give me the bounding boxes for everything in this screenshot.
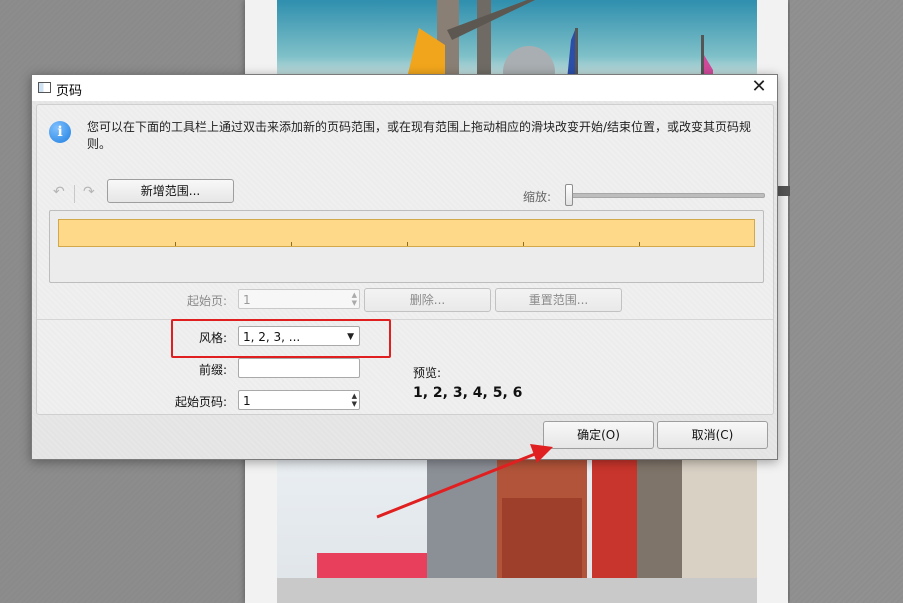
info-message: 您可以在下面的工具栏上通过双击来添加新的页码范围，或在现有范围上拖动相应的滑块改… [87, 120, 752, 151]
dialog-title: 页码 [56, 84, 83, 99]
start-number-stepper[interactable]: 1 ▲ ▼ [238, 390, 360, 410]
range-tick [175, 242, 176, 246]
start-page-label: 起始页: [186, 294, 227, 308]
ok-button[interactable]: 确定(O) [543, 421, 654, 449]
window-icon [38, 82, 51, 93]
prefix-input[interactable] [238, 358, 360, 378]
page-separator [777, 186, 790, 196]
info-icon: i [49, 121, 71, 143]
toolbar-separator [74, 185, 75, 203]
page-number-dialog: 页码 ✕ i 您可以在下面的工具栏上通过双击来添加新的页码范围，或在现有范围上拖… [31, 74, 778, 460]
preview-value: 1, 2, 3, 4, 5, 6 [413, 385, 523, 401]
start-page-value: 1 [243, 293, 251, 307]
page-range-area[interactable] [49, 210, 764, 283]
reset-range-button: 重置范围... [495, 288, 622, 312]
preview-label: 预览: [413, 366, 442, 380]
close-icon[interactable]: ✕ [749, 76, 769, 97]
zoom-label: 缩放: [523, 190, 552, 204]
settings-panel: i 您可以在下面的工具栏上通过双击来添加新的页码范围，或在现有范围上拖动相应的滑… [36, 104, 774, 415]
spin-arrows-icon[interactable]: ▲ ▼ [352, 392, 357, 408]
prefix-label: 前缀: [198, 363, 227, 377]
range-tick [639, 242, 640, 246]
range-tick [523, 242, 524, 246]
zoom-slider-handle[interactable] [565, 184, 573, 206]
photo-tower-top [277, 0, 757, 80]
redo-icon[interactable]: ↷ [83, 184, 95, 200]
cancel-button[interactable]: 取消(C) [657, 421, 768, 449]
photo-city-street [277, 458, 757, 603]
dialog-titlebar[interactable]: 页码 ✕ [32, 75, 777, 101]
delete-range-button: 删除... [364, 288, 491, 312]
dialog-body: i 您可以在下面的工具栏上通过双击来添加新的页码范围，或在现有范围上拖动相应的滑… [32, 101, 777, 459]
workspace-background [790, 0, 903, 603]
start-number-value: 1 [243, 394, 251, 408]
style-highlight-box [171, 319, 391, 358]
page-range-bar[interactable] [58, 219, 755, 247]
range-tick [407, 242, 408, 246]
start-page-stepper: 1 ▲ ▼ [238, 289, 360, 309]
section-divider [37, 319, 773, 320]
spin-arrows-icon: ▲ ▼ [351, 291, 357, 307]
range-tick [291, 242, 292, 246]
undo-icon[interactable]: ↶ [53, 184, 65, 200]
start-number-label: 起始页码: [174, 395, 227, 409]
zoom-slider-track[interactable] [569, 193, 765, 198]
add-range-button[interactable]: 新增范围... [107, 179, 234, 203]
